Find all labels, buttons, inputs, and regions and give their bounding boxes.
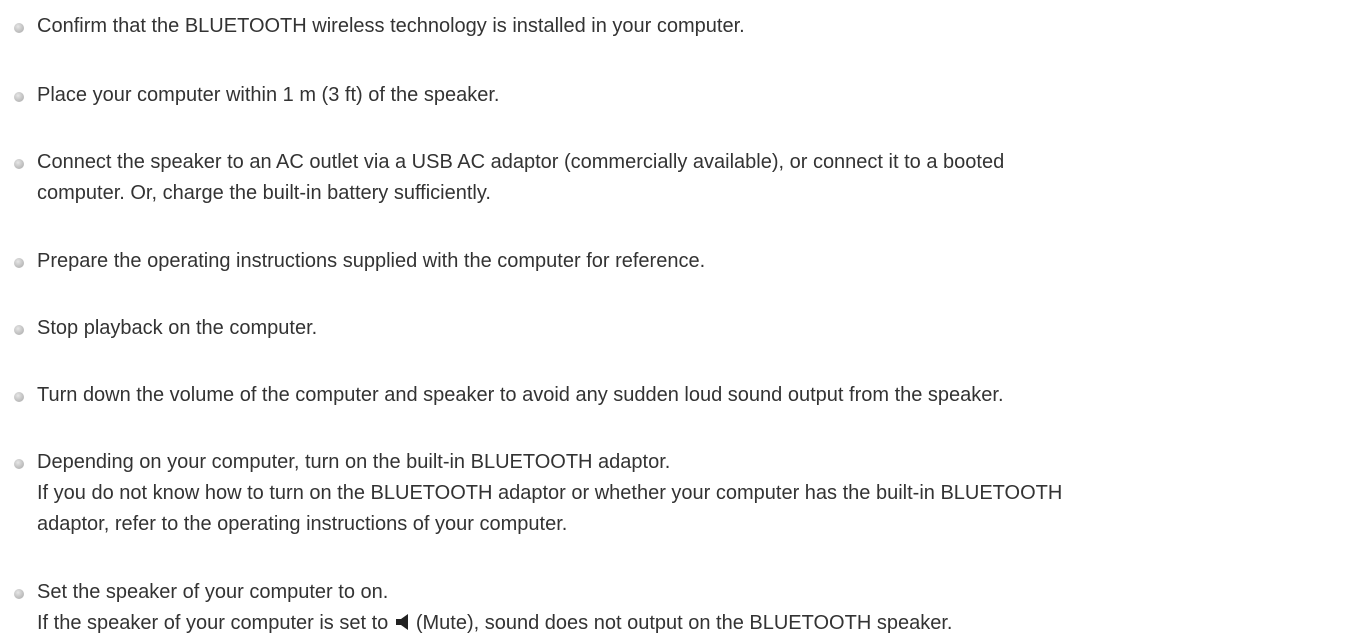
list-item: Set the speaker of your computer to on. … (0, 577, 1371, 639)
list-item: Depending on your computer, turn on the … (0, 447, 1371, 540)
list-item: Confirm that the BLUETOOTH wireless tech… (0, 11, 1371, 42)
list-item-text: Turn down the volume of the computer and… (37, 384, 1004, 406)
list-item-text: Connect the speaker to an AC outlet via … (37, 151, 1005, 204)
list-item: Place your computer within 1 m (3 ft) of… (0, 80, 1371, 111)
mute-speaker-icon (395, 610, 415, 630)
bullet-dot-icon (14, 159, 24, 169)
mute-line: If the speaker of your computer is set t… (37, 610, 953, 634)
bullet-dot-icon (14, 92, 24, 102)
list-item: Prepare the operating instructions suppl… (0, 246, 1371, 277)
bullet-dot-icon (14, 258, 24, 268)
requirements-list: Confirm that the BLUETOOTH wireless tech… (0, 0, 1371, 639)
list-item-text: Prepare the operating instructions suppl… (37, 250, 706, 272)
list-item-text: Set the speaker of your computer to on. … (37, 577, 1371, 639)
list-item-text: Stop playback on the computer. (37, 317, 318, 339)
list-item-text: Confirm that the BLUETOOTH wireless tech… (37, 15, 745, 37)
list-item: Stop playback on the computer. (0, 313, 1371, 344)
bullet-dot-icon (14, 392, 24, 402)
bullet-dot-icon (14, 23, 24, 33)
list-item: Turn down the volume of the computer and… (0, 380, 1371, 411)
bullet-dot-icon (14, 589, 24, 599)
list-item-text: Depending on your computer, turn on the … (37, 451, 1063, 535)
list-item-text: Place your computer within 1 m (3 ft) of… (37, 84, 500, 106)
bullet-dot-icon (14, 325, 24, 335)
bullet-dot-icon (14, 459, 24, 469)
list-item: Connect the speaker to an AC outlet via … (0, 147, 1371, 209)
